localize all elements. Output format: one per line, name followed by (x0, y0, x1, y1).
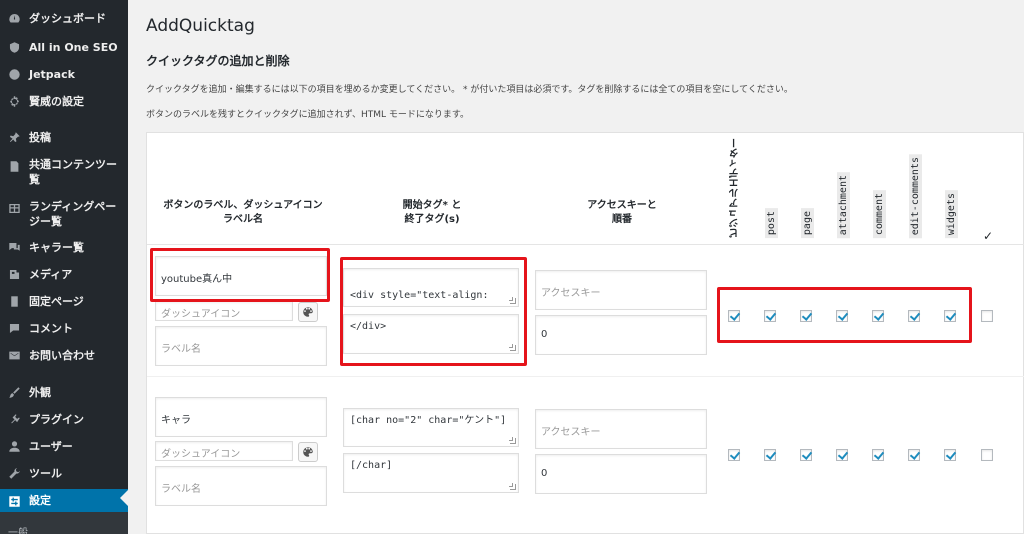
row-divider (147, 376, 1024, 377)
page-title: AddQuicktag (146, 16, 255, 36)
dashicon-picker-button[interactable] (298, 442, 318, 462)
user-icon (7, 439, 21, 453)
checkbox-visual-editor[interactable] (728, 310, 740, 322)
palette-icon (303, 307, 313, 317)
start-tag-textarea[interactable]: <div style="text-align: (343, 268, 519, 307)
menu-dashboard[interactable]: ダッシュボード (0, 11, 128, 29)
palette-icon (303, 447, 313, 457)
dashicon-picker-button[interactable] (298, 302, 318, 322)
menu-landing-pages[interactable]: ランディングページー覧 (0, 199, 128, 229)
checkbox-edit-comments[interactable] (908, 449, 920, 461)
menu-all-in-one-seo[interactable]: All in One SEO (0, 40, 128, 58)
checkbox-page[interactable] (800, 310, 812, 322)
header-button-label: ボタンのラベル、ダッシュアイコン ラベル名 (163, 200, 323, 225)
description-1: クイックタグを追加・編集するには以下の項目を埋めるか変更してください。 * が付… (146, 85, 793, 95)
menu-jetpack[interactable]: Jetpack (0, 67, 128, 85)
media-icon (7, 267, 21, 281)
checkbox-comment[interactable] (872, 310, 884, 322)
checkbox-page[interactable] (800, 449, 812, 461)
order-input[interactable]: 0 (535, 315, 707, 355)
menu-appearance[interactable]: 外観 (0, 385, 128, 403)
brush-icon (7, 385, 21, 399)
checkbox-widgets[interactable] (944, 449, 956, 461)
document-icon (7, 159, 21, 173)
end-tag-textarea[interactable]: </div> (343, 314, 519, 354)
pin-icon (7, 130, 21, 144)
mail-icon (7, 348, 21, 362)
order-input[interactable]: 0 (535, 454, 707, 494)
col-attachment: attachment (834, 158, 852, 238)
col-visual-editor: ビジュアルエディター (729, 138, 741, 238)
dashicon-input[interactable]: ダッシュアイコン (155, 441, 293, 461)
col-post: post (762, 158, 780, 238)
menu-posts[interactable]: 投稿 (0, 130, 128, 148)
gear-icon (7, 94, 21, 108)
menu-keni-settings[interactable]: 賢威の設定 (0, 94, 128, 112)
start-tag-textarea[interactable]: [char no="2" char="ケント"] (343, 408, 519, 447)
settings-icon (7, 494, 21, 508)
wrench-icon (7, 466, 21, 480)
col-edit-comments: edit-comments (906, 153, 924, 238)
menu-settings[interactable]: 設定 (0, 489, 128, 512)
access-key-input[interactable]: アクセスキー (535, 270, 707, 310)
dashboard-icon (7, 11, 21, 25)
comments-icon (7, 240, 21, 254)
shield-icon (7, 40, 21, 54)
checkbox-comment[interactable] (872, 449, 884, 461)
menu-media[interactable]: メディア (0, 267, 128, 285)
resize-grip[interactable] (509, 344, 516, 351)
page-icon (7, 294, 21, 308)
checkbox-select-all[interactable] (981, 310, 993, 322)
quicktag-table: ボタンのラベル、ダッシュアイコン ラベル名 開始タグ* と 終了タグ(s) アク… (146, 132, 1024, 534)
checkbox-post[interactable] (764, 449, 776, 461)
checkbox-select-all[interactable] (981, 449, 993, 461)
check-all-icon[interactable]: ✓ (983, 229, 993, 243)
comment-icon (7, 321, 21, 335)
menu-pages[interactable]: 固定ページ (0, 294, 128, 312)
checkbox-attachment[interactable] (836, 310, 848, 322)
menu-plugins[interactable]: プラグイン (0, 412, 128, 430)
col-page: page (798, 158, 816, 238)
checkbox-visual-editor[interactable] (728, 449, 740, 461)
section-title: クイックタグの追加と削除 (146, 54, 290, 68)
jetpack-icon (7, 67, 21, 81)
submenu-item-general[interactable]: 一般 (8, 524, 28, 534)
label-name-input[interactable]: ラベル名 (155, 466, 327, 506)
resize-grip[interactable] (509, 483, 516, 490)
header-access-key: アクセスキーと 順番 (587, 200, 657, 225)
settings-submenu: 一般 (0, 512, 128, 534)
resize-grip[interactable] (509, 437, 516, 444)
access-key-input[interactable]: アクセスキー (535, 409, 707, 449)
end-tag-textarea[interactable]: [/char] (343, 453, 519, 493)
checkbox-post[interactable] (764, 310, 776, 322)
menu-comments[interactable]: コメント (0, 321, 128, 339)
col-comment: comment (870, 158, 888, 238)
menu-characters[interactable]: キャラー覧 (0, 240, 128, 258)
table-icon (7, 201, 21, 215)
checkbox-widgets[interactable] (944, 310, 956, 322)
header-divider (147, 244, 1024, 245)
col-widgets: widgets (942, 158, 960, 238)
button-label-input[interactable]: youtube真ん中 (155, 256, 327, 296)
checkbox-edit-comments[interactable] (908, 310, 920, 322)
description-2: ボタンのラベルを残すとクイックタグに追加されず、HTML モードになります。 (146, 110, 470, 120)
admin-sidebar: ダッシュボード All in One SEO Jetpack 賢威の設定 投稿 … (0, 0, 128, 534)
header-tags: 開始タグ* と 終了タグ(s) (402, 200, 462, 225)
menu-contact[interactable]: お問い合わせ (0, 348, 128, 366)
button-label-input[interactable]: キャラ (155, 397, 327, 437)
menu-common-contents[interactable]: 共通コンテンツー覧 (0, 157, 128, 187)
dashicon-input[interactable]: ダッシュアイコン (155, 301, 293, 321)
checkbox-attachment[interactable] (836, 449, 848, 461)
current-menu-arrow (120, 490, 128, 506)
plugin-icon (7, 412, 21, 426)
menu-users[interactable]: ユーザー (0, 439, 128, 457)
label-name-input[interactable]: ラベル名 (155, 326, 327, 366)
main-content: AddQuicktag クイックタグの追加と削除 クイックタグを追加・編集するに… (128, 0, 1024, 534)
resize-grip[interactable] (509, 297, 516, 304)
menu-tools[interactable]: ツール (0, 466, 128, 484)
